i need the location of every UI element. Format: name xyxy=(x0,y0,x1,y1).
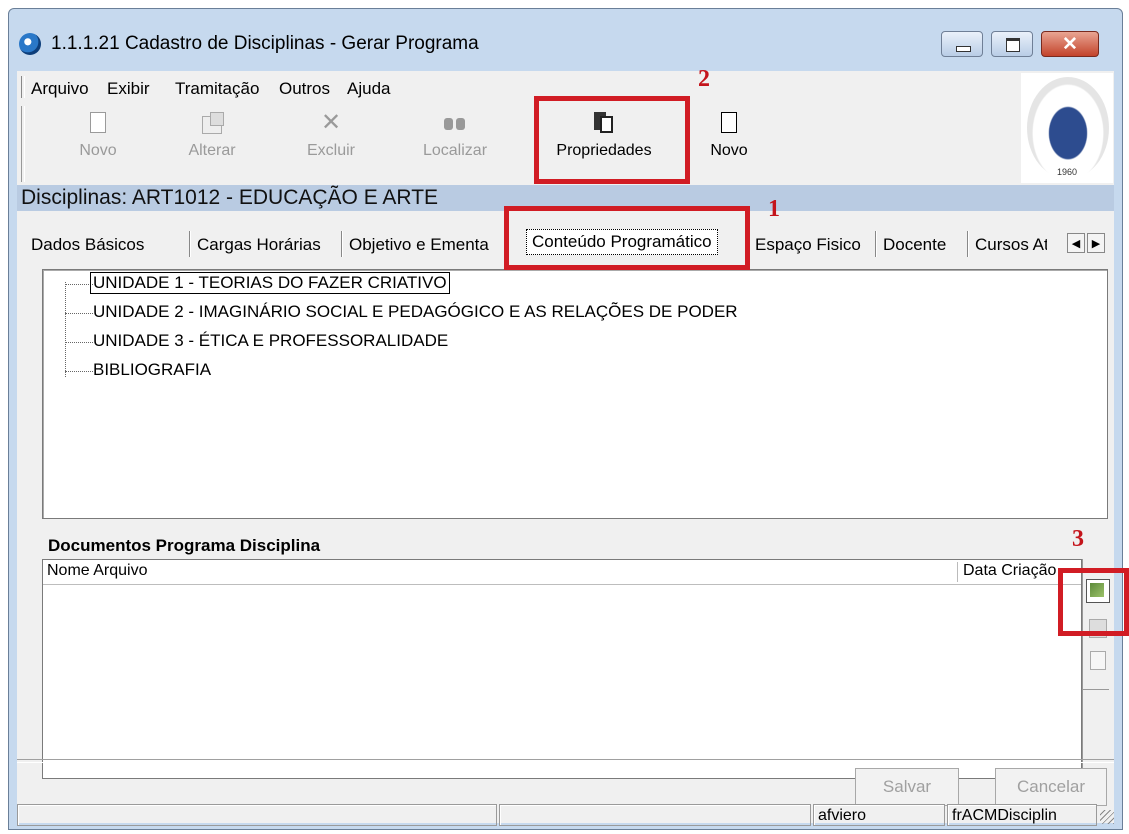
bottom-divider xyxy=(17,759,1114,763)
tree-item-bibliografia[interactable]: BIBLIOGRAFIA xyxy=(93,360,211,380)
documents-title: Documentos Programa Disciplina xyxy=(48,536,321,555)
column-separator[interactable] xyxy=(957,562,958,582)
toolbar-alterar-button[interactable]: Alterar xyxy=(177,110,247,160)
cancel-button[interactable]: Cancelar xyxy=(995,768,1107,806)
tree-item-unidade-1[interactable]: UNIDADE 1 - TEORIAS DO FAZER CRIATIVO xyxy=(90,272,450,294)
tree-connector xyxy=(65,371,93,372)
tab-cargas-horarias[interactable]: Cargas Horárias xyxy=(197,235,321,255)
print-icon[interactable] xyxy=(1086,649,1108,671)
tab-scroll-right-icon[interactable]: ▶ xyxy=(1087,233,1105,253)
edit-icon xyxy=(198,110,226,136)
toolbar-novo-doc-button[interactable]: Novo xyxy=(699,110,759,160)
tab-objetivo-ementa[interactable]: Objetivo e Ementa xyxy=(349,235,489,255)
university-logo: 1960 xyxy=(1021,73,1113,183)
status-user: afviero xyxy=(813,804,945,826)
side-toolbar-divider xyxy=(1083,689,1109,690)
close-button[interactable]: ✕ xyxy=(1041,31,1099,57)
toolbar-localizar-label: Localizar xyxy=(422,142,488,159)
documents-list-header: Nome Arquivo Data Criação xyxy=(43,560,1081,585)
app-icon xyxy=(19,33,41,55)
callout-number-2: 2 xyxy=(698,66,710,92)
logo-emblem xyxy=(1027,77,1109,179)
tab-docente[interactable]: Docente xyxy=(883,235,946,255)
status-panel-1 xyxy=(17,804,497,826)
tab-separator xyxy=(967,231,968,257)
tree-connector xyxy=(65,284,93,285)
callout-box-2 xyxy=(534,96,690,184)
new-doc-icon xyxy=(715,110,743,136)
documents-header: Documentos Programa Disciplina xyxy=(42,519,1082,559)
callout-box-3 xyxy=(1058,568,1129,636)
status-form: frACMDisciplin xyxy=(947,804,1097,826)
binoculars-icon xyxy=(441,110,469,136)
menu-ajuda[interactable]: Ajuda xyxy=(347,79,390,99)
maximize-button[interactable] xyxy=(991,31,1033,57)
toolbar-novo-button[interactable]: Novo xyxy=(63,110,133,160)
tree-connector xyxy=(65,282,66,377)
toolbar-novo-doc-label: Novo xyxy=(710,142,748,159)
menu-grip xyxy=(21,76,25,98)
documents-list[interactable]: Nome Arquivo Data Criação xyxy=(42,559,1082,779)
toolbar-excluir-button[interactable]: Excluir xyxy=(291,108,371,160)
new-doc-icon xyxy=(84,110,112,136)
tab-cursos[interactable]: Cursos Ate xyxy=(975,235,1047,255)
status-panel-2 xyxy=(499,804,811,826)
save-button[interactable]: Salvar xyxy=(855,768,959,806)
content-tree: UNIDADE 1 - TEORIAS DO FAZER CRIATIVO UN… xyxy=(42,269,1108,519)
toolbar-grip xyxy=(21,106,25,182)
toolbar-excluir-label: Excluir xyxy=(306,142,355,159)
close-icon: ✕ xyxy=(1062,34,1078,55)
tree-connector xyxy=(65,313,93,314)
menu-bar: Arquivo Exibir Tramitação Outros Ajuda xyxy=(17,71,1017,103)
toolbar-localizar-button[interactable]: Localizar xyxy=(409,110,501,160)
toolbar: Novo Alterar Excluir Localizar Proprieda… xyxy=(17,104,1017,186)
logo-year: 1960 xyxy=(1056,167,1078,177)
tree-item-unidade-3[interactable]: UNIDADE 3 - ÉTICA E PROFESSORALIDADE xyxy=(93,331,448,351)
callout-number-1: 1 xyxy=(768,196,780,222)
callout-box-1 xyxy=(504,206,750,270)
menu-exibir[interactable]: Exibir xyxy=(107,79,150,99)
page-title: Disciplinas: ART1012 - EDUCAÇÃO E ARTE xyxy=(21,186,439,209)
toolbar-alterar-label: Alterar xyxy=(188,142,236,159)
resize-grip[interactable] xyxy=(1100,810,1114,824)
minimize-button[interactable] xyxy=(941,31,983,57)
callout-number-3: 3 xyxy=(1072,526,1084,552)
tab-scroll-left-icon[interactable]: ◀ xyxy=(1067,233,1085,253)
tab-separator xyxy=(341,231,342,257)
delete-icon xyxy=(317,108,345,137)
status-bar: afviero frACMDisciplin xyxy=(17,804,1114,826)
menu-arquivo[interactable]: Arquivo xyxy=(31,79,89,99)
menu-outros[interactable]: Outros xyxy=(279,79,330,99)
menu-tramitacao[interactable]: Tramitação xyxy=(175,79,259,99)
tab-separator xyxy=(875,231,876,257)
window-title: 1.1.1.21 Cadastro de Disciplinas - Gerar… xyxy=(51,33,479,54)
tab-espaco-fisico[interactable]: Espaço Fisico xyxy=(755,235,861,255)
tree-item-unidade-2[interactable]: UNIDADE 2 - IMAGINÁRIO SOCIAL E PEDAGÓGI… xyxy=(93,302,738,322)
tab-dados-basicos[interactable]: Dados Básicos xyxy=(31,235,144,255)
tab-separator xyxy=(189,231,190,257)
title-bar[interactable]: 1.1.1.21 Cadastro de Disciplinas - Gerar… xyxy=(9,9,1122,69)
toolbar-novo-label: Novo xyxy=(79,142,117,159)
tree-connector xyxy=(65,342,93,343)
column-nome-arquivo[interactable]: Nome Arquivo xyxy=(47,562,148,580)
